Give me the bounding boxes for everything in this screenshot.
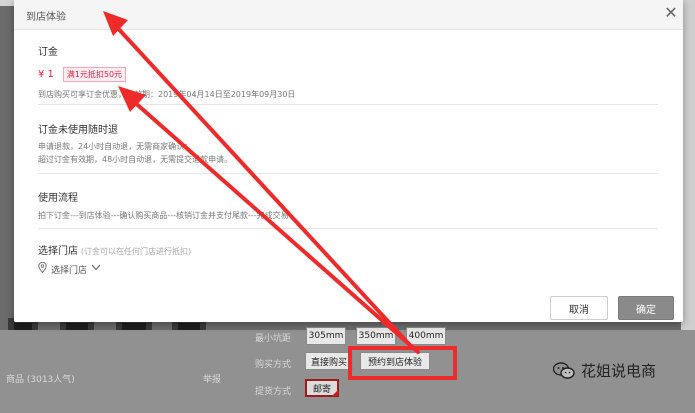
store-select-label: 选择门店 <box>51 265 88 276</box>
location-pin-icon <box>38 261 47 276</box>
process-title: 使用流程 <box>38 193 78 204</box>
refund-line-1: 申请退款，24小时自动退，无需商家确认； <box>38 142 193 151</box>
close-icon[interactable]: ✕ <box>663 4 679 22</box>
process-steps: 拍下订金---到店体验---确认购买商品---核销订金并支付尾款---完成交易 <box>38 211 289 220</box>
store-hint: (订金可以在任何门店进行抵扣) <box>80 247 192 256</box>
chevron-down-icon <box>91 264 101 274</box>
refund-section: 订金未使用随时退 申请退款，24小时自动退，无需商家确认； 超过订金有效期，48… <box>38 121 658 166</box>
purchase-method-label: 购买方式 <box>255 360 292 370</box>
report-link[interactable]: 举报 <box>203 372 221 385</box>
min-pitch-label: 最小坑距 <box>255 334 292 344</box>
section-divider <box>38 173 658 174</box>
pitch-option-350[interactable]: 350mm <box>356 327 396 345</box>
delivery-method-label: 提货方式 <box>255 387 292 397</box>
refund-line-2: 超过订金有效期，48小时自动退，无需提交退款申请。 <box>38 155 233 164</box>
section-divider <box>38 104 658 105</box>
modal-header: 到店体验 ✕ <box>14 0 683 30</box>
store-title: 选择门店 <box>38 246 78 257</box>
item-popularity-label: 商品 (3013人气) <box>6 375 75 385</box>
deposit-validity: 到店购买可享订金优惠，有效期：2019年04月14日至2019年09月30日 <box>38 90 296 99</box>
cancel-button[interactable]: 取消 <box>550 296 608 320</box>
wechat-icon <box>552 361 575 380</box>
pitch-option-305[interactable]: 305mm <box>306 327 346 345</box>
watermark: 花姐说电商 <box>552 360 657 381</box>
store-experience-modal: 到店体验 ✕ 订金 ¥ 1 满1元抵扣50元 到店购买可享订金优惠，有效期：20… <box>14 0 683 322</box>
watermark-text: 花姐说电商 <box>581 362 657 380</box>
section-divider <box>38 228 658 229</box>
annotation-highlight-box <box>348 346 457 380</box>
store-section: 选择门店 (订金可以在任何门店进行抵扣) 选择门店 <box>38 242 658 276</box>
direct-purchase-option[interactable]: 直接购买 <box>305 352 353 370</box>
delivery-mail-option[interactable]: 邮寄 <box>305 379 339 397</box>
confirm-button[interactable]: 确定 <box>618 296 674 320</box>
deposit-title: 订金 <box>38 47 58 58</box>
refund-title: 订金未使用随时退 <box>38 125 118 136</box>
process-section: 使用流程 拍下订金---到店体验---确认购买商品---核销订金并支付尾款---… <box>38 189 658 222</box>
background-right-strip <box>681 0 695 330</box>
deposit-price: ¥ 1 <box>38 69 54 80</box>
pitch-option-400[interactable]: 400mm <box>406 327 446 345</box>
modal-title: 到店体验 <box>26 12 66 23</box>
store-select-dropdown[interactable]: 选择门店 <box>38 261 658 276</box>
coupon-badge: 满1元抵扣50元 <box>62 67 127 82</box>
deposit-section: 订金 ¥ 1 满1元抵扣50元 到店购买可享订金优惠，有效期：2019年04月1… <box>38 43 658 101</box>
